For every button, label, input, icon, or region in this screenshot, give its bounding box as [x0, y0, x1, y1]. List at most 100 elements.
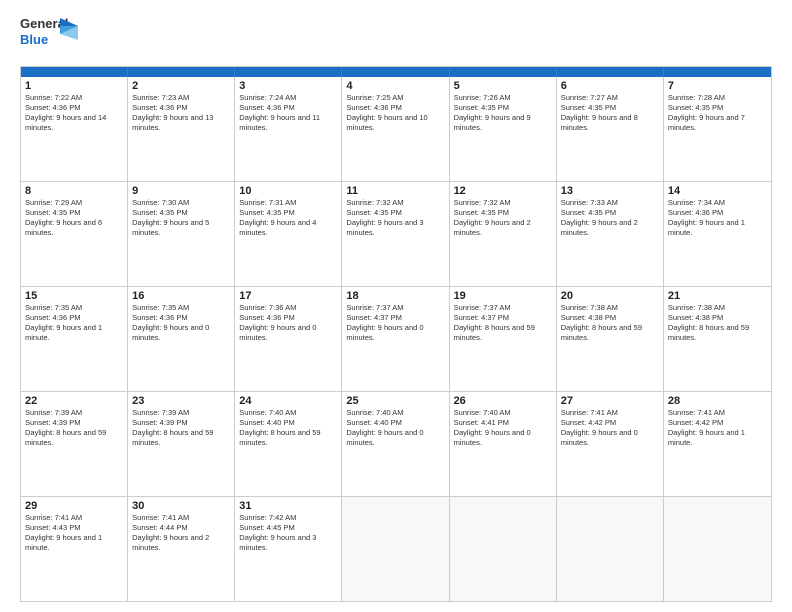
- header-saturday: [664, 67, 771, 77]
- day-number: 18: [346, 290, 444, 302]
- cell-info: Sunrise: 7:33 AMSunset: 4:35 PMDaylight:…: [561, 198, 659, 239]
- calendar-cell: 2 Sunrise: 7:23 AMSunset: 4:36 PMDayligh…: [128, 77, 235, 181]
- day-number: 15: [25, 290, 123, 302]
- cell-info: Sunrise: 7:27 AMSunset: 4:35 PMDaylight:…: [561, 93, 659, 134]
- cell-info: Sunrise: 7:30 AMSunset: 4:35 PMDaylight:…: [132, 198, 230, 239]
- cell-info: Sunrise: 7:37 AMSunset: 4:37 PMDaylight:…: [346, 303, 444, 344]
- day-number: 9: [132, 185, 230, 197]
- calendar-cell: 22 Sunrise: 7:39 AMSunset: 4:39 PMDaylig…: [21, 392, 128, 496]
- day-number: 12: [454, 185, 552, 197]
- day-number: 17: [239, 290, 337, 302]
- header-tuesday: [235, 67, 342, 77]
- cell-info: Sunrise: 7:23 AMSunset: 4:36 PMDaylight:…: [132, 93, 230, 134]
- calendar-cell: 9 Sunrise: 7:30 AMSunset: 4:35 PMDayligh…: [128, 182, 235, 286]
- day-number: 24: [239, 395, 337, 407]
- cell-info: Sunrise: 7:41 AMSunset: 4:44 PMDaylight:…: [132, 513, 230, 554]
- header-monday: [128, 67, 235, 77]
- calendar-cell: 16 Sunrise: 7:35 AMSunset: 4:36 PMDaylig…: [128, 287, 235, 391]
- logo-container: General Blue: [20, 16, 70, 58]
- calendar-row: 8 Sunrise: 7:29 AMSunset: 4:35 PMDayligh…: [21, 182, 771, 287]
- header-wednesday: [342, 67, 449, 77]
- calendar-cell: 17 Sunrise: 7:36 AMSunset: 4:36 PMDaylig…: [235, 287, 342, 391]
- cell-info: Sunrise: 7:36 AMSunset: 4:36 PMDaylight:…: [239, 303, 337, 344]
- calendar-cell: [450, 497, 557, 601]
- calendar-cell: 3 Sunrise: 7:24 AMSunset: 4:36 PMDayligh…: [235, 77, 342, 181]
- page: General Blue 1 Sunrise: 7:22 AMSunset: 4…: [0, 0, 792, 612]
- calendar-cell: 31 Sunrise: 7:42 AMSunset: 4:45 PMDaylig…: [235, 497, 342, 601]
- day-number: 4: [346, 80, 444, 92]
- calendar-cell: 12 Sunrise: 7:32 AMSunset: 4:35 PMDaylig…: [450, 182, 557, 286]
- logo-arrow: [60, 18, 78, 40]
- calendar-cell: 10 Sunrise: 7:31 AMSunset: 4:35 PMDaylig…: [235, 182, 342, 286]
- header-thursday: [450, 67, 557, 77]
- calendar-cell: 28 Sunrise: 7:41 AMSunset: 4:42 PMDaylig…: [664, 392, 771, 496]
- day-number: 8: [25, 185, 123, 197]
- calendar-row: 22 Sunrise: 7:39 AMSunset: 4:39 PMDaylig…: [21, 392, 771, 497]
- calendar-cell: 21 Sunrise: 7:38 AMSunset: 4:38 PMDaylig…: [664, 287, 771, 391]
- calendar-cell: 5 Sunrise: 7:26 AMSunset: 4:35 PMDayligh…: [450, 77, 557, 181]
- cell-info: Sunrise: 7:35 AMSunset: 4:36 PMDaylight:…: [132, 303, 230, 344]
- header-friday: [557, 67, 664, 77]
- calendar-row: 29 Sunrise: 7:41 AMSunset: 4:43 PMDaylig…: [21, 497, 771, 601]
- day-number: 11: [346, 185, 444, 197]
- calendar-cell: 25 Sunrise: 7:40 AMSunset: 4:40 PMDaylig…: [342, 392, 449, 496]
- cell-info: Sunrise: 7:40 AMSunset: 4:40 PMDaylight:…: [239, 408, 337, 449]
- day-number: 19: [454, 290, 552, 302]
- cell-info: Sunrise: 7:38 AMSunset: 4:38 PMDaylight:…: [561, 303, 659, 344]
- day-number: 26: [454, 395, 552, 407]
- cell-info: Sunrise: 7:24 AMSunset: 4:36 PMDaylight:…: [239, 93, 337, 134]
- calendar-cell: 11 Sunrise: 7:32 AMSunset: 4:35 PMDaylig…: [342, 182, 449, 286]
- calendar-cell: 18 Sunrise: 7:37 AMSunset: 4:37 PMDaylig…: [342, 287, 449, 391]
- cell-info: Sunrise: 7:40 AMSunset: 4:41 PMDaylight:…: [454, 408, 552, 449]
- day-number: 6: [561, 80, 659, 92]
- cell-info: Sunrise: 7:22 AMSunset: 4:36 PMDaylight:…: [25, 93, 123, 134]
- cell-info: Sunrise: 7:37 AMSunset: 4:37 PMDaylight:…: [454, 303, 552, 344]
- calendar-cell: 24 Sunrise: 7:40 AMSunset: 4:40 PMDaylig…: [235, 392, 342, 496]
- logo: General Blue: [20, 16, 70, 58]
- day-number: 10: [239, 185, 337, 197]
- calendar-cell: 4 Sunrise: 7:25 AMSunset: 4:36 PMDayligh…: [342, 77, 449, 181]
- day-number: 30: [132, 500, 230, 512]
- calendar-row: 15 Sunrise: 7:35 AMSunset: 4:36 PMDaylig…: [21, 287, 771, 392]
- cell-info: Sunrise: 7:32 AMSunset: 4:35 PMDaylight:…: [346, 198, 444, 239]
- calendar-cell: [664, 497, 771, 601]
- cell-info: Sunrise: 7:39 AMSunset: 4:39 PMDaylight:…: [132, 408, 230, 449]
- day-number: 14: [668, 185, 767, 197]
- day-number: 31: [239, 500, 337, 512]
- day-number: 16: [132, 290, 230, 302]
- day-number: 22: [25, 395, 123, 407]
- day-number: 3: [239, 80, 337, 92]
- day-number: 23: [132, 395, 230, 407]
- cell-info: Sunrise: 7:25 AMSunset: 4:36 PMDaylight:…: [346, 93, 444, 134]
- calendar-cell: [342, 497, 449, 601]
- calendar-header: [21, 67, 771, 77]
- header-sunday: [21, 67, 128, 77]
- calendar: 1 Sunrise: 7:22 AMSunset: 4:36 PMDayligh…: [20, 66, 772, 602]
- calendar-cell: 20 Sunrise: 7:38 AMSunset: 4:38 PMDaylig…: [557, 287, 664, 391]
- day-number: 2: [132, 80, 230, 92]
- calendar-cell: 7 Sunrise: 7:28 AMSunset: 4:35 PMDayligh…: [664, 77, 771, 181]
- day-number: 27: [561, 395, 659, 407]
- cell-info: Sunrise: 7:26 AMSunset: 4:35 PMDaylight:…: [454, 93, 552, 134]
- cell-info: Sunrise: 7:41 AMSunset: 4:42 PMDaylight:…: [561, 408, 659, 449]
- calendar-cell: 26 Sunrise: 7:40 AMSunset: 4:41 PMDaylig…: [450, 392, 557, 496]
- cell-info: Sunrise: 7:29 AMSunset: 4:35 PMDaylight:…: [25, 198, 123, 239]
- calendar-cell: 8 Sunrise: 7:29 AMSunset: 4:35 PMDayligh…: [21, 182, 128, 286]
- cell-info: Sunrise: 7:38 AMSunset: 4:38 PMDaylight:…: [668, 303, 767, 344]
- calendar-cell: 13 Sunrise: 7:33 AMSunset: 4:35 PMDaylig…: [557, 182, 664, 286]
- cell-info: Sunrise: 7:28 AMSunset: 4:35 PMDaylight:…: [668, 93, 767, 134]
- header: General Blue: [20, 16, 772, 58]
- calendar-cell: 6 Sunrise: 7:27 AMSunset: 4:35 PMDayligh…: [557, 77, 664, 181]
- day-number: 5: [454, 80, 552, 92]
- day-number: 20: [561, 290, 659, 302]
- cell-info: Sunrise: 7:41 AMSunset: 4:42 PMDaylight:…: [668, 408, 767, 449]
- calendar-cell: 30 Sunrise: 7:41 AMSunset: 4:44 PMDaylig…: [128, 497, 235, 601]
- calendar-cell: [557, 497, 664, 601]
- calendar-cell: 29 Sunrise: 7:41 AMSunset: 4:43 PMDaylig…: [21, 497, 128, 601]
- calendar-cell: 15 Sunrise: 7:35 AMSunset: 4:36 PMDaylig…: [21, 287, 128, 391]
- day-number: 7: [668, 80, 767, 92]
- cell-info: Sunrise: 7:40 AMSunset: 4:40 PMDaylight:…: [346, 408, 444, 449]
- calendar-body: 1 Sunrise: 7:22 AMSunset: 4:36 PMDayligh…: [21, 77, 771, 601]
- calendar-cell: 27 Sunrise: 7:41 AMSunset: 4:42 PMDaylig…: [557, 392, 664, 496]
- calendar-cell: 14 Sunrise: 7:34 AMSunset: 4:36 PMDaylig…: [664, 182, 771, 286]
